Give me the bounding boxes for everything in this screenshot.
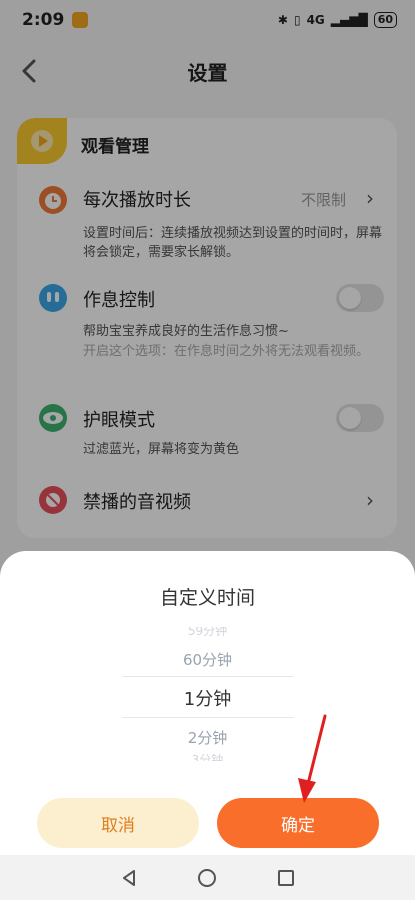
- picker-option[interactable]: 60分钟: [0, 649, 415, 670]
- picker-option[interactable]: 3分钟: [0, 753, 415, 761]
- cancel-button[interactable]: 取消: [37, 798, 199, 848]
- nav-recents-button[interactable]: [272, 864, 300, 892]
- nav-home-button[interactable]: [193, 864, 221, 892]
- picker-option[interactable]: 59分钟: [0, 627, 415, 637]
- system-nav-bar: [0, 855, 415, 900]
- picker-divider: [122, 717, 294, 718]
- picker-selected-option[interactable]: 1分钟: [0, 685, 415, 711]
- nav-back-button[interactable]: [115, 864, 143, 892]
- triangle-back-icon: [123, 869, 136, 886]
- confirm-button[interactable]: 确定: [217, 798, 379, 848]
- custom-time-sheet: 自定义时间 59分钟 60分钟 1分钟 2分钟 3分钟 取消 确定: [0, 551, 415, 855]
- picker-divider: [122, 676, 294, 677]
- circle-home-icon: [198, 868, 217, 887]
- sheet-title: 自定义时间: [159, 587, 255, 609]
- time-picker[interactable]: 59分钟 60分钟 1分钟 2分钟 3分钟: [0, 619, 415, 761]
- square-recents-icon: [277, 869, 294, 886]
- picker-option[interactable]: 2分钟: [0, 727, 415, 748]
